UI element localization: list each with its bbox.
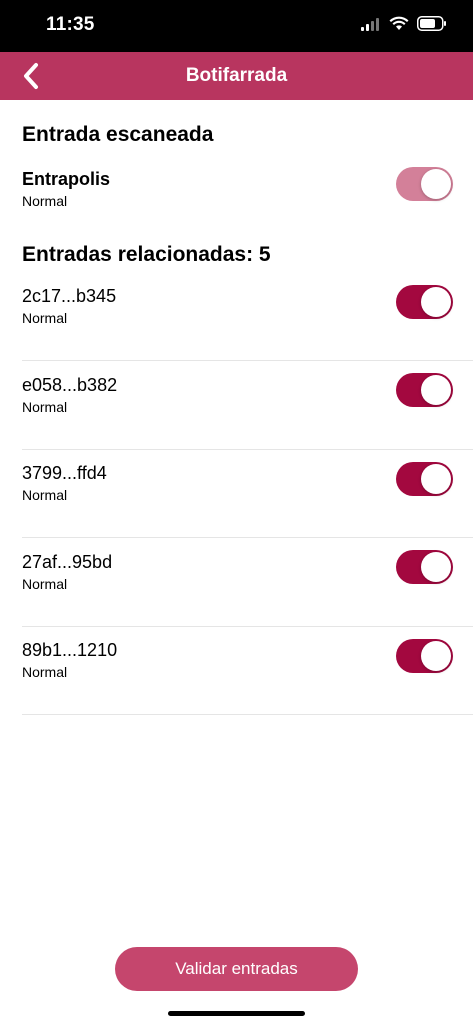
toggle-knob — [421, 464, 451, 494]
divider — [22, 537, 473, 538]
divider — [22, 626, 473, 627]
status-time: 11:35 — [46, 14, 95, 35]
divider — [22, 360, 473, 361]
signal-icon — [361, 17, 379, 31]
scanned-ticket-toggle[interactable] — [396, 167, 453, 201]
ticket-toggle[interactable] — [396, 639, 453, 673]
toggle-knob — [421, 641, 451, 671]
toggle-knob — [421, 169, 451, 199]
status-icons — [361, 16, 447, 31]
ticket-toggle[interactable] — [396, 373, 453, 407]
divider — [22, 449, 473, 450]
validate-button[interactable]: Validar entradas — [115, 947, 358, 991]
related-heading: Entradas relacionadas: 5 — [22, 243, 271, 266]
page-title: Botifarrada — [185, 65, 288, 86]
toggle-knob — [421, 375, 451, 405]
ticket-toggle[interactable] — [396, 285, 453, 319]
home-indicator — [168, 1011, 305, 1016]
toggle-knob — [421, 552, 451, 582]
nav-bar: Botifarrada — [0, 52, 473, 100]
battery-icon — [417, 16, 446, 31]
toggle-knob — [421, 287, 451, 317]
ticket-toggle[interactable] — [396, 462, 453, 496]
ticket-toggle[interactable] — [396, 550, 453, 584]
wifi-icon — [389, 16, 409, 30]
status-bar: 11:35 — [0, 0, 473, 52]
divider — [22, 714, 473, 715]
scanned-heading: Entrada escaneada — [22, 123, 214, 146]
